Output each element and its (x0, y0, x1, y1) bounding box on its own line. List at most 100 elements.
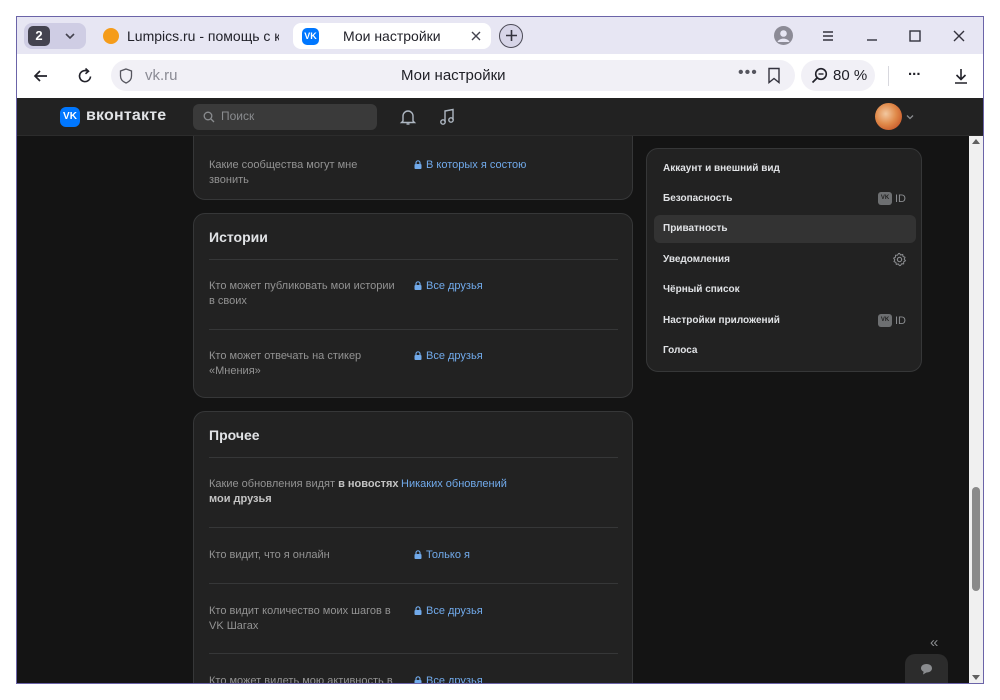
gear-icon[interactable] (892, 252, 907, 267)
menu-item-blacklist[interactable]: Чёрный список (654, 276, 916, 304)
download-icon[interactable] (951, 66, 971, 86)
setting-label: Кто видит, что я онлайн (209, 549, 330, 561)
setting-value[interactable]: Никаких обновлений (401, 477, 507, 492)
menu-item-label: Чёрный список (663, 284, 740, 295)
menu-icon[interactable] (817, 25, 839, 47)
setting-value[interactable]: Все друзья (414, 604, 483, 619)
menu-item-label: Голоса (663, 345, 698, 356)
menu-item-privacy[interactable]: Приватность (654, 215, 916, 243)
divider (209, 653, 618, 654)
vk-favicon-icon: VK (302, 27, 319, 45)
tab-vk-settings[interactable]: VK Мои настройки (293, 23, 491, 49)
browser-window: 2 Lumpics.ru - помощь с ком VK Мои настр… (16, 16, 984, 684)
vk-logo-text[interactable]: вконтакте (86, 107, 166, 125)
setting-value[interactable]: Только я (414, 548, 470, 563)
lumpics-favicon-icon (103, 28, 119, 44)
setting-value[interactable]: Все друзья (414, 674, 483, 684)
music-icon[interactable] (437, 107, 457, 127)
setting-label: Какие обновления видят в новостях мои др… (209, 477, 399, 507)
settings-card-other: Прочее Какие обновления видят в новостях… (193, 411, 633, 684)
menu-item-label: Аккаунт и внешний вид (663, 163, 780, 174)
new-tab-button[interactable] (499, 24, 523, 48)
window-close-icon[interactable] (948, 25, 970, 47)
setting-label-plain: Какие обновления видят (209, 478, 339, 490)
back-icon[interactable] (31, 66, 51, 86)
scroll-down-arrow-icon[interactable] (972, 675, 980, 680)
tab-label: Lumpics.ru - помощь с ком (127, 28, 279, 44)
section-title: Истории (209, 229, 268, 245)
vk-id-icon: VK (878, 314, 892, 327)
menu-item-votes[interactable]: Голоса (654, 337, 916, 365)
vk-id-badge: VK ID (878, 192, 906, 205)
collapse-sidebar-icon[interactable]: « (930, 634, 938, 651)
tab-strip: 2 Lumpics.ru - помощь с ком VK Мои настр… (17, 17, 983, 54)
divider (209, 527, 618, 528)
lock-icon (414, 550, 422, 559)
settings-menu: Аккаунт и внешний вид Безопасность VK ID … (646, 148, 922, 372)
setting-value[interactable]: Все друзья (414, 279, 483, 294)
bookmark-icon[interactable] (767, 67, 781, 84)
zoom-button[interactable]: 80 % (801, 60, 875, 91)
chevron-down-icon (65, 33, 75, 40)
address-bar[interactable]: vk.ru Мои настройки ••• (111, 60, 795, 91)
setting-value-text: Только я (426, 549, 470, 561)
menu-item-notifications[interactable]: Уведомления (654, 246, 916, 274)
setting-value-text: Все друзья (426, 675, 483, 684)
chevron-down-icon[interactable] (905, 112, 915, 122)
url-text: vk.ru (145, 67, 178, 84)
lock-icon (414, 606, 422, 615)
menu-item-label: Приватность (663, 223, 728, 234)
minimize-icon[interactable] (861, 25, 883, 47)
setting-label: Кто видит количество моих шагов в VK Шаг… (209, 605, 391, 632)
setting-value-text: В которых я состою (426, 159, 527, 171)
shield-icon[interactable] (119, 68, 133, 84)
tab-group-button[interactable]: 2 (24, 23, 86, 49)
setting-value-text: Все друзья (426, 605, 483, 617)
chat-button[interactable] (905, 654, 948, 683)
setting-label: Кто может публиковать мои истории в свои… (209, 280, 395, 307)
extensions-menu-button[interactable]: ... (908, 62, 921, 79)
search-icon (203, 111, 215, 123)
chat-icon (921, 664, 932, 675)
more-dots-icon[interactable]: ••• (738, 64, 758, 82)
setting-label: Кто может отвечать на стикер «Мнения» (209, 350, 362, 377)
page-scrollbar[interactable] (969, 136, 983, 683)
settings-card-calls: Какие сообщества могут мне звонить В кот… (193, 136, 633, 200)
vk-header: VK вконтакте (17, 98, 983, 136)
vk-logo-icon[interactable]: VK (60, 107, 80, 127)
browser-profile-icon[interactable] (774, 26, 793, 45)
setting-value[interactable]: В которых я состою (414, 158, 526, 173)
setting-value-text: Все друзья (426, 280, 483, 292)
maximize-icon[interactable] (904, 25, 926, 47)
vk-id-icon: VK (878, 192, 892, 205)
menu-item-label: Уведомления (663, 254, 730, 265)
lock-icon (414, 351, 422, 360)
lock-icon (414, 281, 422, 290)
scroll-up-arrow-icon[interactable] (972, 139, 980, 144)
bell-icon[interactable] (398, 107, 418, 127)
vk-search-box[interactable] (193, 104, 377, 130)
menu-item-account[interactable]: Аккаунт и внешний вид (654, 155, 916, 183)
toolbar-divider (888, 66, 889, 86)
setting-value[interactable]: Все друзья (414, 349, 483, 364)
reload-icon[interactable] (75, 66, 95, 86)
section-title: Прочее (209, 427, 260, 443)
tab-lumpics[interactable]: Lumpics.ru - помощь с ком (95, 23, 283, 49)
menu-item-app-settings[interactable]: Настройки приложений VK ID (654, 307, 916, 335)
lock-icon (414, 160, 422, 169)
scrollbar-thumb[interactable] (972, 487, 980, 591)
divider (209, 329, 618, 330)
setting-value-text: Никаких обновлений (401, 478, 507, 490)
setting-label: Какие сообщества могут мне звонить (209, 159, 358, 186)
avatar[interactable] (875, 103, 902, 130)
divider (209, 583, 618, 584)
menu-item-label: Настройки приложений (663, 315, 780, 326)
setting-value-text: Все друзья (426, 350, 483, 362)
close-icon[interactable] (469, 29, 483, 43)
setting-label: Кто может видеть мою активность в (209, 675, 393, 684)
zoom-icon (811, 67, 828, 84)
vk-search-input[interactable] (221, 109, 371, 123)
plus-icon (505, 30, 517, 41)
zoom-level: 80 % (833, 67, 868, 84)
menu-item-security[interactable]: Безопасность VK ID (654, 185, 916, 213)
